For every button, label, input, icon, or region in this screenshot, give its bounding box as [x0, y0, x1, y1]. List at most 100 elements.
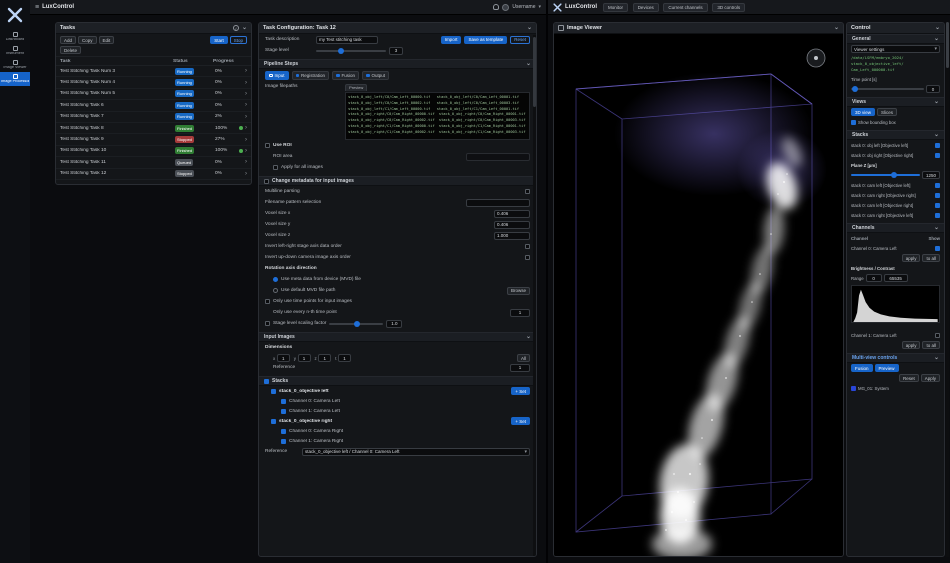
dimension-input[interactable]: 1 — [277, 354, 290, 362]
view-3d-button[interactable]: 3D view — [851, 108, 875, 116]
collapse-icon[interactable]: ⌄ — [526, 61, 531, 67]
apply-button[interactable]: apply — [902, 254, 921, 262]
invert-ud-checkbox[interactable] — [525, 255, 530, 260]
ctrl-stack-row[interactable]: stack 0: cam left [Objective left] — [847, 180, 944, 190]
filepaths-code-block[interactable]: stack_0_obj_left/C0/Cam_Left_00000.tif s… — [345, 92, 530, 140]
ctrl-stack-row[interactable]: stack 0: cam left [Objective right] — [847, 200, 944, 210]
intensity-histogram[interactable] — [851, 285, 940, 323]
ctrl-stack-row[interactable]: stack 0: cam right [Objective left] — [847, 210, 944, 220]
channel1-checkbox[interactable] — [935, 333, 940, 338]
dimensions-all-button[interactable]: All — [517, 354, 530, 362]
voxel-z-input[interactable]: 1.000 — [494, 232, 530, 240]
stack-set-button[interactable]: + Set — [511, 387, 530, 395]
task-row[interactable]: Test Stitching Task 8 Finished 100% › — [56, 123, 251, 134]
channel0-row[interactable]: Channel 0: Camera Left — [847, 243, 944, 253]
show-bounding-box-checkbox[interactable] — [851, 120, 856, 125]
task-row[interactable]: Test Stitching Task 6 Running 0% › — [56, 100, 251, 111]
save-template-button[interactable]: Save as template — [464, 36, 507, 44]
metadata-checkbox[interactable] — [264, 179, 269, 184]
chevron-right-icon[interactable]: › — [245, 80, 247, 86]
view-slices-button[interactable]: Slices — [877, 108, 897, 116]
use-roi-checkbox[interactable] — [265, 143, 270, 148]
viewer-settings-select[interactable]: Viewer settings ▾ — [851, 45, 940, 53]
sidebar-item[interactable]: Image Processor — [0, 72, 30, 86]
stack-checkbox[interactable] — [271, 389, 276, 394]
task-row[interactable]: Test Stitching Task Num 3 Running 0% › — [56, 66, 251, 77]
roi-apply-checkbox[interactable] — [273, 165, 278, 170]
range-min-input[interactable]: 0 — [866, 274, 882, 282]
apply-all-button[interactable]: to all — [922, 341, 940, 349]
timepoint-slider[interactable] — [851, 88, 924, 90]
channel0-checkbox[interactable] — [935, 246, 940, 251]
voxel-y-input[interactable]: 0.406 — [494, 221, 530, 229]
stack-checkbox[interactable] — [281, 409, 286, 414]
collapse-icon[interactable]: ⌄ — [527, 25, 532, 31]
stack-checkbox[interactable] — [271, 419, 276, 424]
pattern-input[interactable] — [466, 199, 530, 207]
chevron-right-icon[interactable]: › — [245, 114, 247, 120]
invert-lr-checkbox[interactable] — [525, 244, 530, 249]
filepaths-preview-tab[interactable]: Preview — [345, 84, 367, 91]
config-scrollbar[interactable] — [533, 35, 536, 556]
menubar-button[interactable]: Monitor — [603, 3, 628, 12]
apply-all-button[interactable]: to all — [922, 254, 940, 262]
info-icon[interactable]: i — [233, 25, 239, 31]
chevron-right-icon[interactable]: › — [245, 68, 247, 74]
every-nth-input[interactable]: 1 — [510, 309, 530, 317]
preview-button[interactable]: Preview — [875, 364, 899, 372]
copy-task-button[interactable]: Copy — [78, 36, 97, 44]
plane-z-input[interactable]: 1250 — [922, 171, 940, 179]
collapse-icon[interactable]: ⌄ — [934, 355, 939, 361]
only-timepoints-checkbox[interactable] — [265, 299, 270, 304]
fusion-button[interactable]: Fusion — [851, 364, 873, 372]
pipeline-tab[interactable]: Fusion — [332, 71, 359, 80]
collapse-icon[interactable]: ⌄ — [935, 25, 940, 31]
apply-button[interactable]: apply — [902, 341, 921, 349]
scaling-checkbox[interactable] — [265, 321, 270, 326]
tab-checkbox[interactable] — [296, 74, 300, 78]
right-scrollbar[interactable] — [946, 22, 949, 557]
radio-device[interactable] — [273, 277, 278, 282]
pipeline-tab[interactable]: Registration — [292, 71, 330, 80]
ctrl-stack-row[interactable]: stack 0: obj right [Objective right] — [847, 150, 944, 160]
task-row[interactable]: Test Stitching Task 7 Running 2% › — [56, 112, 251, 123]
voxel-x-input[interactable]: 0.406 — [494, 210, 530, 218]
chevron-right-icon[interactable]: › — [245, 148, 247, 154]
stack-set-button[interactable]: + Set — [511, 417, 530, 425]
collapse-icon[interactable]: ⌄ — [934, 225, 939, 231]
notifications-bell-icon[interactable] — [493, 4, 499, 10]
scaling-input[interactable]: 1.0 — [386, 320, 402, 328]
input-reference-input[interactable]: 1 — [510, 364, 530, 372]
stop-task-button[interactable]: Stop — [230, 36, 247, 44]
collapse-icon[interactable]: ⌄ — [242, 25, 247, 31]
task-row[interactable]: Test Stitching Task 9 Stopped 27% › — [56, 134, 251, 145]
menubar-button[interactable]: 3D controls — [712, 3, 745, 12]
dimension-input[interactable]: 1 — [338, 354, 351, 362]
timepoint-input[interactable]: 0 — [926, 85, 940, 93]
stack-checkbox[interactable] — [281, 399, 286, 404]
multiline-parsing-checkbox[interactable] — [525, 189, 530, 194]
start-task-button[interactable]: Start — [210, 36, 228, 44]
chevron-right-icon[interactable]: › — [245, 125, 247, 131]
chevron-right-icon[interactable]: › — [245, 159, 247, 165]
ctrl-stack-row[interactable]: stack 0: obj left [Objective left] — [847, 140, 944, 150]
add-task-button[interactable]: Add — [60, 36, 76, 44]
stack-checkbox[interactable] — [281, 429, 286, 434]
chevron-right-icon[interactable]: › — [245, 91, 247, 97]
tab-checkbox[interactable] — [366, 74, 370, 78]
import-button[interactable]: Import — [441, 36, 462, 44]
delete-task-button[interactable]: Delete — [60, 46, 81, 54]
stack-checkbox[interactable] — [281, 439, 286, 444]
browse-button[interactable]: Browse — [507, 287, 530, 295]
chevron-right-icon[interactable]: › — [245, 137, 247, 143]
task-row[interactable]: Test Stitching Task 12 Stopped 0% › — [56, 169, 251, 180]
menubar-button[interactable]: Current channels — [663, 3, 707, 12]
task-row[interactable]: Test Stitching Task 10 Finished 100% › — [56, 146, 251, 157]
chevron-right-icon[interactable]: › — [245, 102, 247, 108]
pipeline-tab[interactable]: Output — [362, 71, 389, 80]
chevron-right-icon[interactable]: › — [245, 171, 247, 177]
scaling-slider[interactable] — [329, 323, 383, 325]
mv-apply-button[interactable]: Apply — [921, 374, 940, 382]
roi-area-input[interactable] — [466, 153, 530, 161]
sidebar-item[interactable]: Dashboard — [0, 30, 30, 44]
